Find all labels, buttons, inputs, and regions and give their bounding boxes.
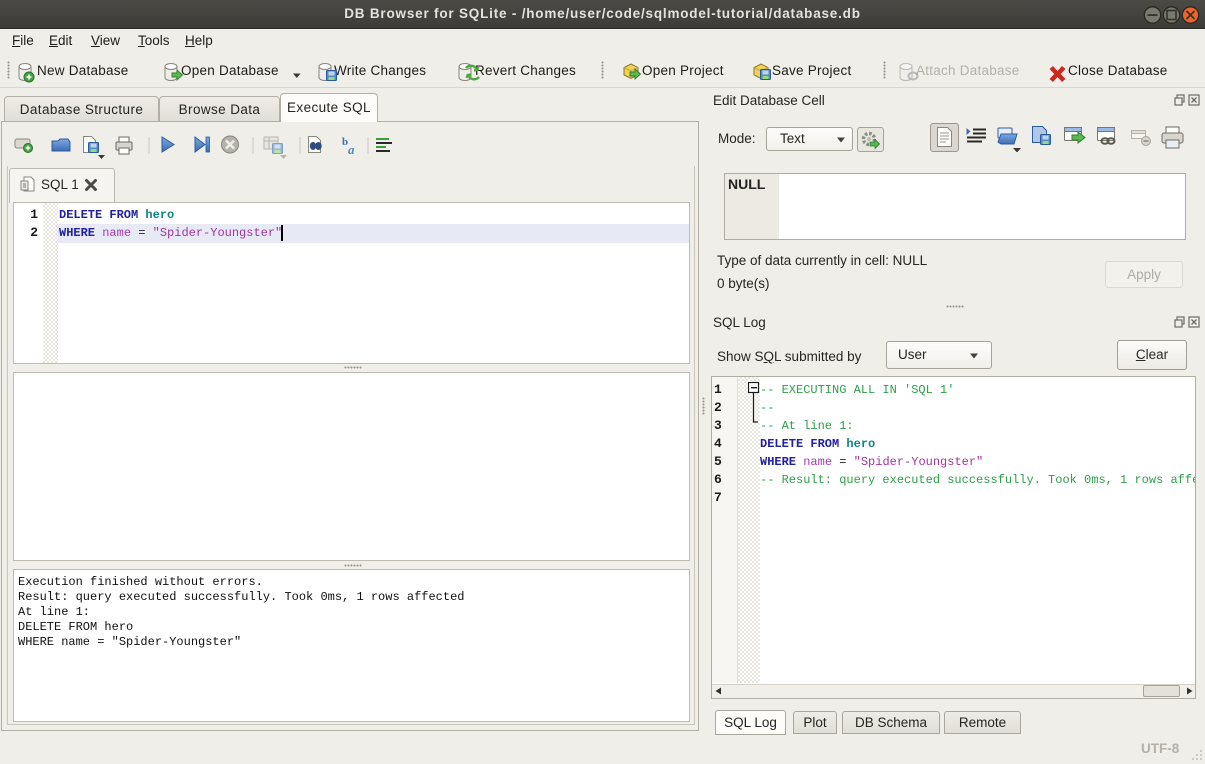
svg-text:a: a [348,142,355,157]
